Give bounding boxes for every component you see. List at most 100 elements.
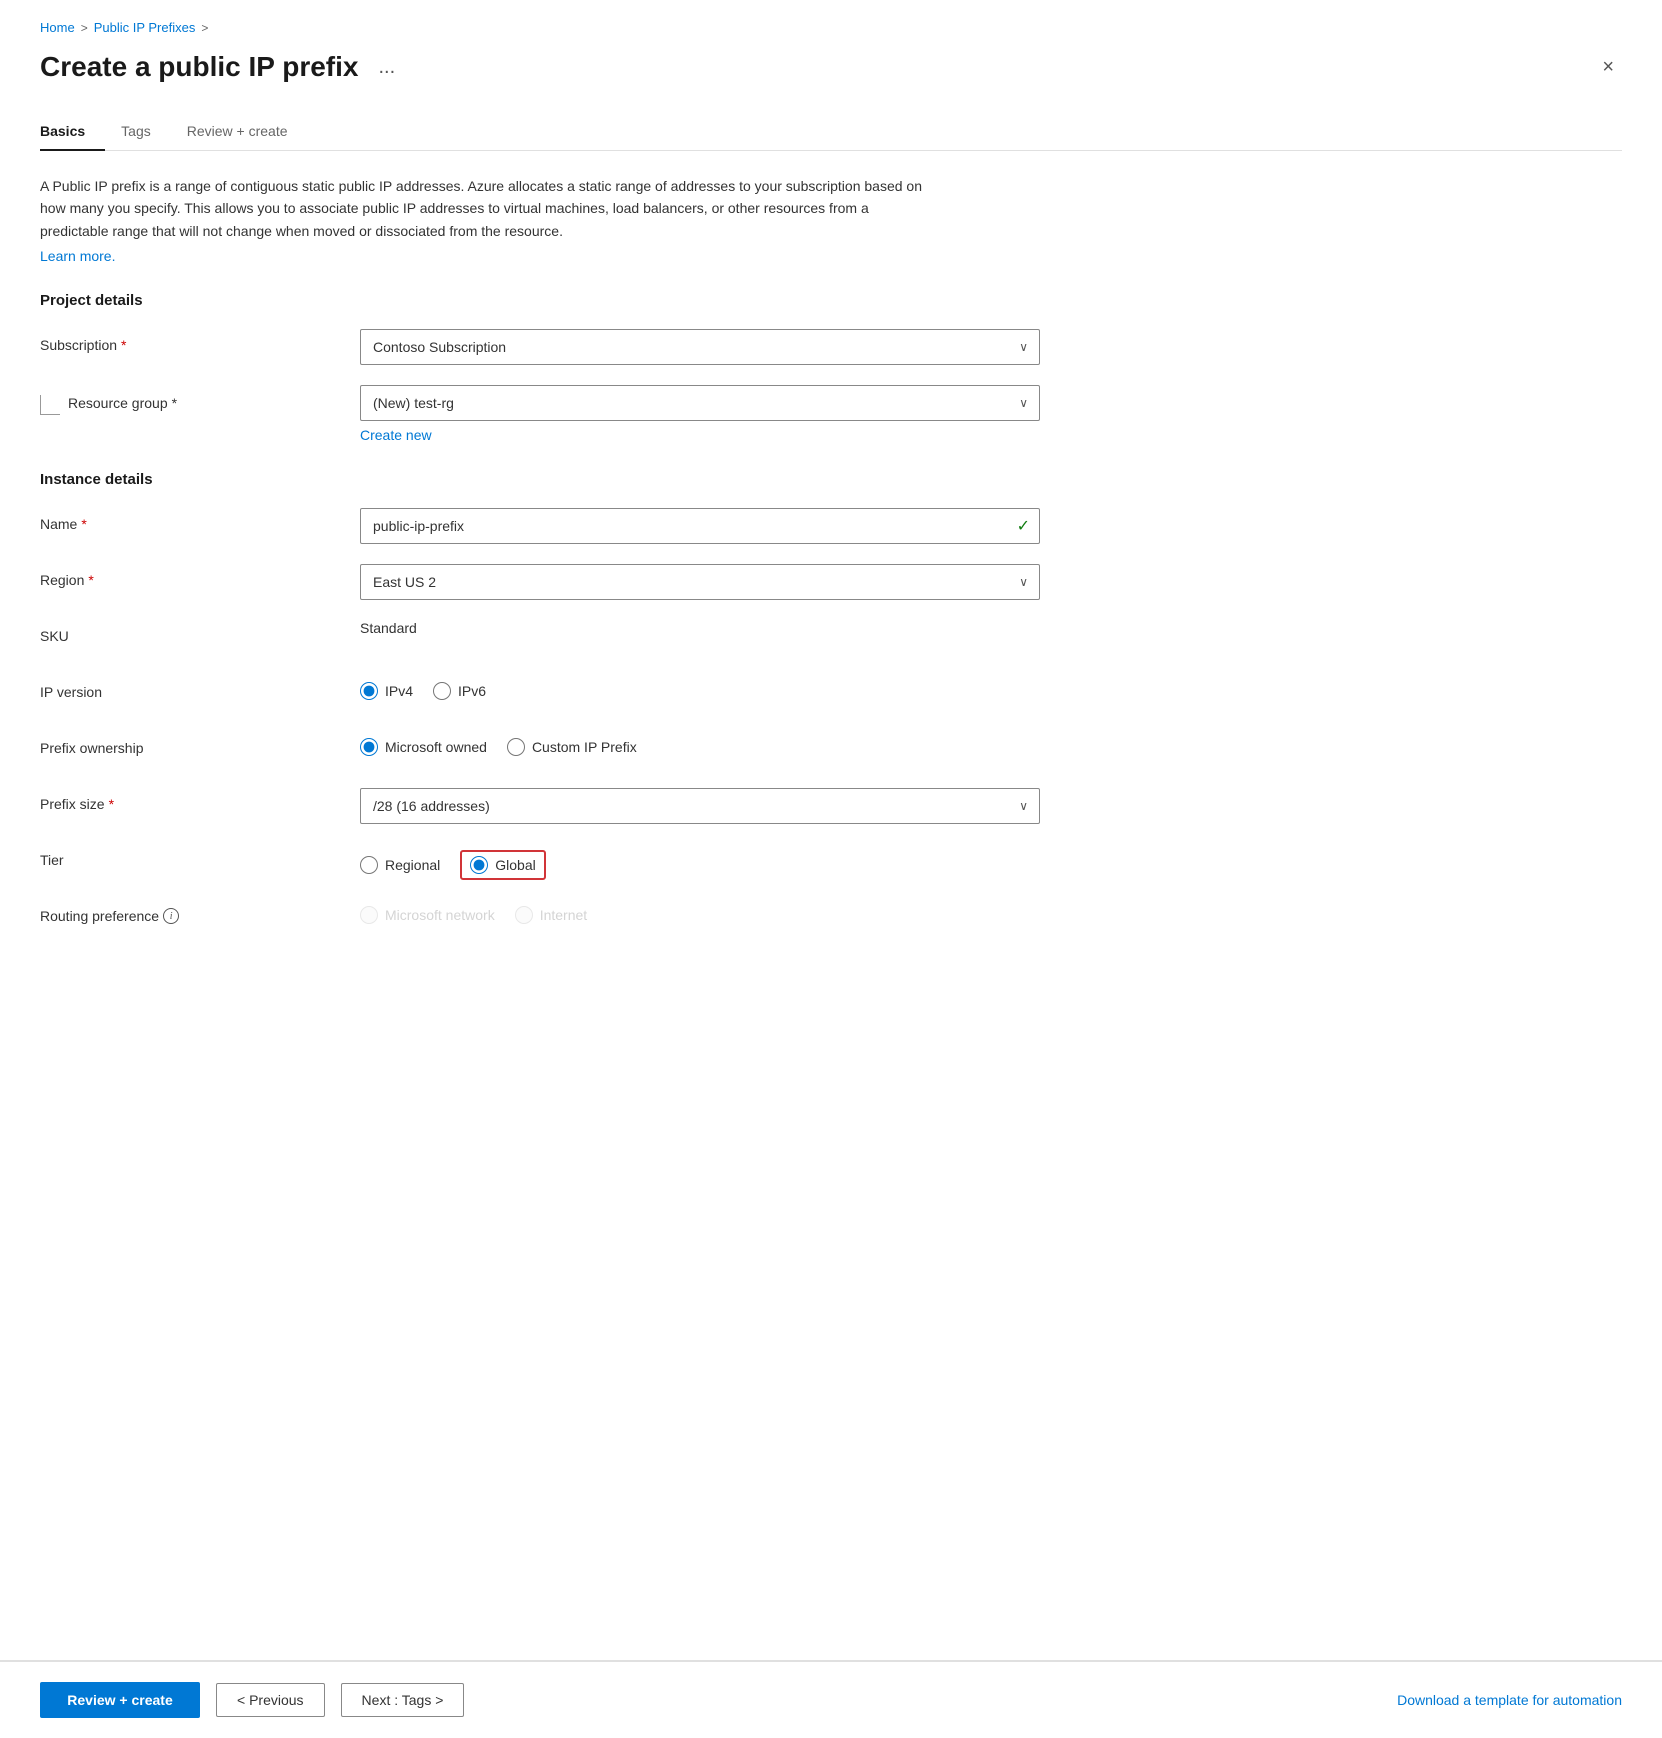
global-radio[interactable] xyxy=(470,856,488,874)
ipv6-label: IPv6 xyxy=(458,683,486,699)
ipv4-option[interactable]: IPv4 xyxy=(360,682,413,700)
subscription-select-wrapper: Contoso Subscription xyxy=(360,329,1040,365)
global-option[interactable]: Global xyxy=(470,856,535,874)
region-select-wrapper: East US 2 xyxy=(360,564,1040,600)
microsoft-network-radio xyxy=(360,906,378,924)
breadcrumb-sep1: > xyxy=(81,21,88,35)
page-title-row: Create a public IP prefix ... × xyxy=(40,51,1622,83)
breadcrumb-prefixes[interactable]: Public IP Prefixes xyxy=(94,20,196,35)
resource-group-label: Resource group * xyxy=(68,393,177,411)
custom-ip-prefix-label: Custom IP Prefix xyxy=(532,739,637,755)
subscription-required: * xyxy=(121,337,126,353)
regional-radio[interactable] xyxy=(360,856,378,874)
close-button[interactable]: × xyxy=(1594,52,1622,83)
ipv6-option[interactable]: IPv6 xyxy=(433,682,486,700)
rg-required: * xyxy=(172,395,177,411)
name-row: Name * ✓ xyxy=(40,508,1622,544)
next-button[interactable]: Next : Tags > xyxy=(341,1683,465,1717)
ipv4-radio[interactable] xyxy=(360,682,378,700)
name-control: ✓ xyxy=(360,508,1040,544)
subscription-select[interactable]: Contoso Subscription xyxy=(360,329,1040,365)
microsoft-owned-option[interactable]: Microsoft owned xyxy=(360,738,487,756)
name-label: Name * xyxy=(40,508,360,532)
tree-line xyxy=(40,395,60,415)
routing-preference-label: Routing preference i xyxy=(40,900,360,924)
tab-tags[interactable]: Tags xyxy=(121,113,171,151)
routing-preference-row: Routing preference i Microsoft network I… xyxy=(40,900,1622,936)
internet-option: Internet xyxy=(515,906,587,924)
region-control: East US 2 xyxy=(360,564,1040,600)
region-select[interactable]: East US 2 xyxy=(360,564,1040,600)
prefix-size-label: Prefix size * xyxy=(40,788,360,812)
rg-control: (New) test-rg Create new xyxy=(360,385,1040,443)
region-row: Region * East US 2 xyxy=(40,564,1622,600)
custom-ip-prefix-radio[interactable] xyxy=(507,738,525,756)
prefix-size-row: Prefix size * /28 (16 addresses) xyxy=(40,788,1622,824)
ip-version-label: IP version xyxy=(40,676,360,700)
microsoft-owned-radio[interactable] xyxy=(360,738,378,756)
name-input[interactable] xyxy=(360,508,1040,544)
description-text: A Public IP prefix is a range of contigu… xyxy=(40,175,940,242)
sku-value: Standard xyxy=(360,612,417,636)
ipv6-radio[interactable] xyxy=(433,682,451,700)
spacer xyxy=(0,1320,1662,1660)
instance-details-title: Instance details xyxy=(40,471,1622,488)
rg-indent: Resource group * xyxy=(40,385,360,415)
rg-tree: Resource group * xyxy=(40,393,177,415)
name-required: * xyxy=(81,516,86,532)
page-title: Create a public IP prefix xyxy=(40,51,359,83)
sku-row: SKU Standard xyxy=(40,620,1622,656)
ip-version-row: IP version IPv4 IPv6 xyxy=(40,676,1622,712)
footer: Review + create < Previous Next : Tags >… xyxy=(0,1661,1662,1738)
subscription-control: Contoso Subscription xyxy=(360,329,1040,365)
sku-value-area: Standard xyxy=(360,620,1040,636)
project-details-title: Project details xyxy=(40,292,1622,309)
review-create-button[interactable]: Review + create xyxy=(40,1682,200,1718)
routing-preference-control: Microsoft network Internet xyxy=(360,900,1040,924)
tab-basics[interactable]: Basics xyxy=(40,113,105,151)
ellipsis-button[interactable]: ... xyxy=(371,52,404,83)
routing-preference-radio-group: Microsoft network Internet xyxy=(360,900,1040,924)
regional-option[interactable]: Regional xyxy=(360,856,440,874)
prefix-size-required: * xyxy=(109,796,114,812)
sku-label: SKU xyxy=(40,620,360,644)
internet-radio xyxy=(515,906,533,924)
global-highlight-box: Global xyxy=(460,850,545,880)
custom-ip-prefix-option[interactable]: Custom IP Prefix xyxy=(507,738,637,756)
prefix-size-control: /28 (16 addresses) xyxy=(360,788,1040,824)
tab-review-create[interactable]: Review + create xyxy=(187,113,308,151)
breadcrumb-sep2: > xyxy=(201,21,208,35)
previous-button[interactable]: < Previous xyxy=(216,1683,325,1717)
region-required: * xyxy=(88,572,93,588)
ip-version-control: IPv4 IPv6 xyxy=(360,676,1040,700)
tier-label: Tier xyxy=(40,844,360,868)
create-new-link[interactable]: Create new xyxy=(360,427,432,443)
header: Home > Public IP Prefixes > Create a pub… xyxy=(0,0,1662,113)
breadcrumb: Home > Public IP Prefixes > xyxy=(40,20,1622,35)
tier-radio-group: Regional Global xyxy=(360,844,1040,880)
prefix-size-select[interactable]: /28 (16 addresses) xyxy=(360,788,1040,824)
resource-group-row: Resource group * (New) test-rg Create ne… xyxy=(40,385,1622,443)
prefix-ownership-label: Prefix ownership xyxy=(40,732,360,756)
tabs-container: Basics Tags Review + create xyxy=(40,113,1622,151)
resource-group-select[interactable]: (New) test-rg xyxy=(360,385,1040,421)
ip-version-radio-group: IPv4 IPv6 xyxy=(360,676,1040,700)
prefix-ownership-control: Microsoft owned Custom IP Prefix xyxy=(360,732,1040,756)
region-label: Region * xyxy=(40,564,360,588)
breadcrumb-home[interactable]: Home xyxy=(40,20,75,35)
routing-preference-info-icon[interactable]: i xyxy=(163,908,179,924)
microsoft-owned-label: Microsoft owned xyxy=(385,739,487,755)
prefix-size-select-wrapper: /28 (16 addresses) xyxy=(360,788,1040,824)
prefix-ownership-row: Prefix ownership Microsoft owned Custom … xyxy=(40,732,1622,768)
tier-row: Tier Regional Global xyxy=(40,844,1622,880)
microsoft-network-option: Microsoft network xyxy=(360,906,495,924)
ipv4-label: IPv4 xyxy=(385,683,413,699)
internet-label: Internet xyxy=(540,907,587,923)
name-checkmark: ✓ xyxy=(1017,516,1030,536)
main-content: A Public IP prefix is a range of contigu… xyxy=(0,151,1662,1320)
download-template-link[interactable]: Download a template for automation xyxy=(1397,1692,1622,1708)
rg-select-wrapper: (New) test-rg xyxy=(360,385,1040,421)
regional-label: Regional xyxy=(385,857,440,873)
learn-more-link[interactable]: Learn more. xyxy=(40,248,115,264)
prefix-ownership-radio-group: Microsoft owned Custom IP Prefix xyxy=(360,732,1040,756)
